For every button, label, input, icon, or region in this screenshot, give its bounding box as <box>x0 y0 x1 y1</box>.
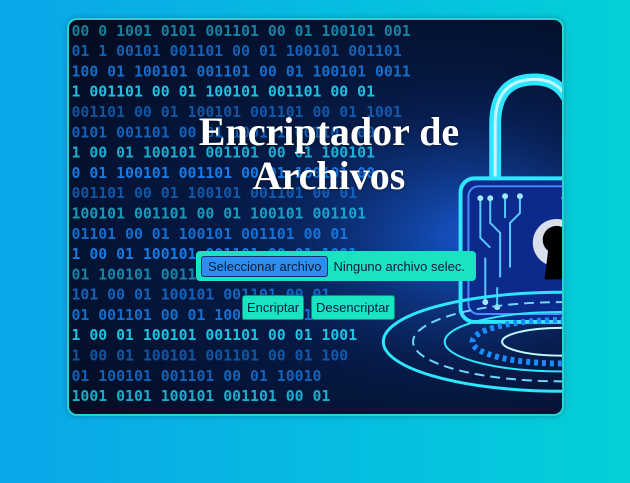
file-status-text: Ninguno archivo selec. <box>333 258 465 274</box>
binary-row: 1 00 01 100101 001101 00 01 1001 <box>71 327 357 344</box>
file-input-group[interactable]: Seleccionar archivo Ninguno archivo sele… <box>196 251 476 281</box>
cyber-lock-background: 00 0 1001 0101 001101 00 01 100101 001 01… <box>69 20 562 414</box>
binary-row: 01101 00 01 100101 001101 00 01 <box>71 226 348 243</box>
binary-row: 1001 0101 100101 001101 00 01 <box>71 388 330 405</box>
binary-row: 01 1 00101 001101 00 01 100101 001101 <box>71 43 401 60</box>
binary-row: 100101 001101 00 01 100101 001101 <box>71 205 366 222</box>
encryptor-card: 00 0 1001 0101 001101 00 01 100101 001 01… <box>67 18 564 416</box>
encrypt-button[interactable]: Encriptar <box>242 295 305 320</box>
binary-row: 100 01 100101 001101 00 01 100101 0011 <box>71 63 410 80</box>
binary-row: 1 001101 00 01 100101 001101 00 01 <box>71 84 375 101</box>
binary-row: 1 00 01 100101 001101 00 01 100 <box>71 348 348 365</box>
page-title: Encriptador de Archivos <box>198 109 460 198</box>
select-file-button[interactable]: Seleccionar archivo <box>201 255 329 277</box>
decrypt-button[interactable]: Desencriptar <box>311 295 395 320</box>
binary-row: 00 0 1001 0101 001101 00 01 100101 001 <box>71 23 410 40</box>
binary-row: 01 100101 001101 00 01 10010 <box>71 368 321 385</box>
